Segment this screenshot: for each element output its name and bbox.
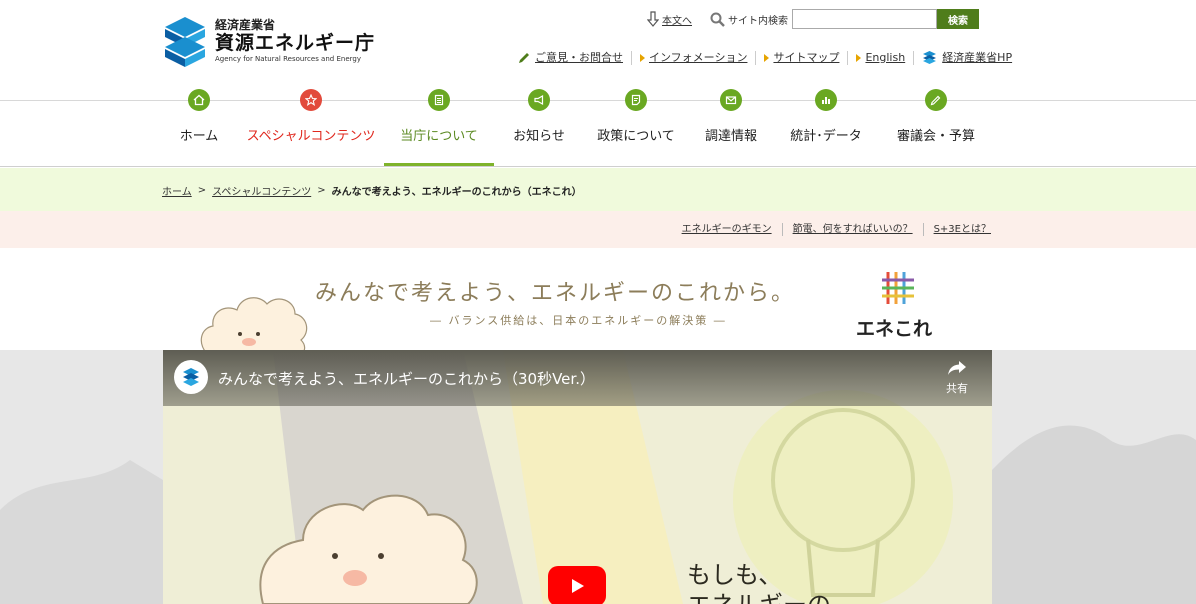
- search-input[interactable]: [792, 9, 937, 29]
- sublink-s3e[interactable]: S+3Eとは？: [924, 223, 991, 236]
- play-icon: [572, 579, 584, 593]
- site-search-label: サイト内検索: [710, 12, 788, 27]
- enekore-logo-icon: [882, 272, 914, 304]
- megaphone-icon: [528, 89, 550, 111]
- share-button[interactable]: 共有: [946, 360, 968, 396]
- breadcrumb-separator: >: [317, 185, 326, 196]
- utility-top: 本文へ サイト内検索 検索: [647, 9, 979, 29]
- nav-item-special-contents[interactable]: スペシャルコンテンツ: [238, 86, 384, 166]
- bar-chart-icon: [815, 89, 837, 111]
- breadcrumb-bar: ホーム > スペシャルコンテンツ > みんなで考えよう、エネルギーのこれから（エ…: [0, 168, 1196, 211]
- channel-avatar[interactable]: [174, 360, 208, 394]
- home-icon: [188, 89, 210, 111]
- sublinks: エネルギーのギモン 節電、何をすればいいの？ S+3Eとは？: [672, 223, 991, 236]
- sitemap-link[interactable]: サイトマップ: [756, 50, 849, 65]
- nav-label-council-budget: 審議会・予算: [896, 129, 975, 144]
- video-caption-line2: エネルギーの: [687, 590, 831, 604]
- site-header: 経済産業省 資源エネルギー庁 Agency for Natural Resour…: [0, 0, 1196, 100]
- document-icon: [428, 89, 450, 111]
- sublink-power-saving[interactable]: 節電、何をすればいいの？: [783, 223, 924, 236]
- english-link-label: English: [865, 50, 906, 64]
- nav-label-policy: 政策について: [597, 129, 675, 144]
- mail-icon: [720, 89, 742, 111]
- nav-label-home: ホーム: [179, 129, 219, 144]
- nav-item-statistics[interactable]: 統計･データ: [774, 86, 878, 166]
- share-icon: [948, 361, 966, 375]
- triangle-icon: [764, 53, 770, 62]
- skip-to-content-link[interactable]: 本文へ: [647, 11, 692, 27]
- breadcrumb-separator: >: [197, 185, 207, 196]
- nav-label-special-contents: スペシャルコンテンツ: [246, 129, 376, 144]
- triangle-icon: [856, 53, 862, 62]
- video-title[interactable]: みんなで考えよう、エネルギーのこれから（30秒Ver.）: [218, 368, 595, 389]
- global-nav: ホーム スペシャルコンテンツ 当庁について お知らせ 政策について 調達情報 統…: [160, 86, 994, 166]
- utility-links: ご意見・お問合せ インフォメーション サイトマップ English 経済産業省H…: [518, 50, 1020, 65]
- contact-link-label: ご意見・お問合せ: [535, 50, 623, 64]
- banner-title: みんなで考えよう、エネルギーのこれから。: [315, 281, 796, 306]
- nav-item-home[interactable]: ホーム: [160, 86, 238, 166]
- nav-divider: [0, 166, 1196, 167]
- breadcrumb-current: みんなで考えよう、エネルギーのこれから（エネこれ）: [331, 187, 582, 198]
- fluffy-character-illustration: [200, 297, 308, 354]
- video-caption: もしも、 エネルギーの: [687, 560, 831, 604]
- memo-icon: [625, 89, 647, 111]
- nav-label-news: お知らせ: [513, 129, 565, 144]
- nav-label-statistics: 統計･データ: [790, 129, 862, 144]
- nav-label-about: 当庁について: [400, 129, 478, 144]
- meti-hp-link-label: 経済産業省HP: [942, 50, 1013, 64]
- nav-item-about[interactable]: 当庁について: [384, 86, 494, 166]
- information-link[interactable]: インフォメーション: [632, 50, 757, 65]
- star-icon: [300, 89, 322, 111]
- nav-item-council-budget[interactable]: 審議会・予算: [878, 86, 994, 166]
- search-icon: [710, 12, 725, 27]
- logo-ministry-text: 経済産業省: [215, 18, 276, 32]
- arrow-down-icon: [647, 11, 659, 27]
- logo-english-text: Agency for Natural Resources and Energy: [215, 55, 361, 63]
- meti-logo-icon: [923, 51, 937, 64]
- enekore-banner: みんなで考えよう、エネルギーのこれから。 ― バランス供給は、日本のエネルギーの…: [0, 248, 1196, 354]
- nav-item-news[interactable]: お知らせ: [494, 86, 584, 166]
- logo-agency-text: 資源エネルギー庁: [215, 32, 376, 54]
- pencil-icon: [519, 53, 529, 63]
- play-button[interactable]: [548, 566, 606, 604]
- nav-item-procurement[interactable]: 調達情報: [688, 86, 774, 166]
- meti-logo-icon: [183, 368, 199, 386]
- skip-to-content-label: 本文へ: [662, 15, 692, 27]
- breadcrumb-special-link[interactable]: スペシャルコンテンツ: [212, 183, 311, 198]
- triangle-icon: [640, 53, 645, 62]
- information-link-label: インフォメーション: [649, 50, 748, 64]
- site-search-label-text: サイト内検索: [728, 15, 788, 27]
- edit-icon: [925, 89, 947, 111]
- breadcrumb-home-link[interactable]: ホーム: [162, 183, 192, 198]
- meti-hp-link[interactable]: 経済産業省HP: [914, 50, 1020, 65]
- sublinks-bar: エネルギーのギモン 節電、何をすればいいの？ S+3Eとは？: [0, 211, 1196, 248]
- sublink-energy-questions[interactable]: エネルギーのギモン: [672, 223, 783, 236]
- search-button[interactable]: 検索: [937, 9, 979, 29]
- sitemap-link-label: サイトマップ: [773, 50, 840, 64]
- nav-label-procurement: 調達情報: [704, 129, 757, 144]
- agency-logo-icon: [165, 17, 205, 67]
- banner-subtitle: ― バランス供給は、日本のエネルギーの解決策 ―: [430, 314, 727, 327]
- share-label: 共有: [946, 382, 968, 395]
- english-link[interactable]: English: [848, 50, 915, 65]
- contact-link[interactable]: ご意見・お問合せ: [518, 50, 632, 65]
- enekore-wordmark: エネこれ: [856, 318, 933, 340]
- video-caption-line1: もしも、: [687, 561, 783, 589]
- nav-item-policy[interactable]: 政策について: [584, 86, 688, 166]
- video-player[interactable]: みんなで考えよう、エネルギーのこれから（30秒Ver.） 共有 もしも、 エネル…: [163, 350, 992, 604]
- agency-logo[interactable]: 経済産業省 資源エネルギー庁 Agency for Natural Resour…: [161, 17, 375, 67]
- breadcrumb: ホーム > スペシャルコンテンツ > みんなで考えよう、エネルギーのこれから（エ…: [162, 183, 582, 198]
